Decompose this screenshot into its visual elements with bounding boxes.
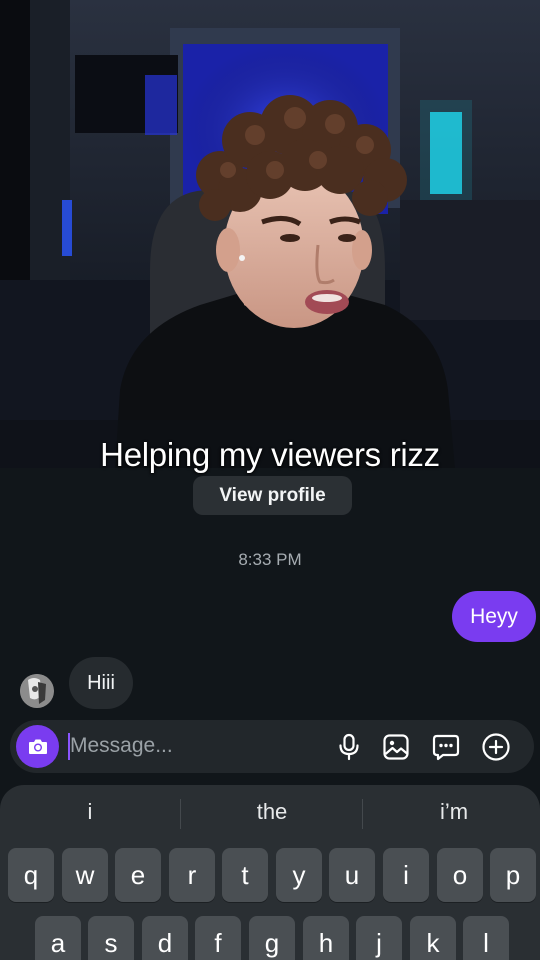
keyboard-suggestion-bar: i the i’m — [0, 785, 540, 845]
video-background — [0, 0, 540, 468]
key-q[interactable]: q — [8, 848, 54, 902]
key-s[interactable]: s — [88, 916, 134, 960]
dm-screen: Helping my viewers rizz View profile 8:3… — [0, 0, 540, 960]
key-t[interactable]: t — [222, 848, 268, 902]
key-u[interactable]: u — [329, 848, 375, 902]
key-f[interactable]: f — [195, 916, 241, 960]
key-r[interactable]: r — [169, 848, 215, 902]
sticker-chat-button[interactable] — [430, 731, 462, 763]
suggestion-item[interactable]: i’m — [364, 799, 540, 825]
key-l[interactable]: l — [463, 916, 509, 960]
camera-icon — [28, 739, 47, 754]
video-caption: Helping my viewers rizz — [100, 436, 440, 473]
suggestion-item[interactable]: the — [182, 799, 362, 825]
key-d[interactable]: d — [142, 916, 188, 960]
incoming-message-bubble[interactable]: Hiii — [69, 657, 133, 709]
key-a[interactable]: a — [35, 916, 81, 960]
message-input[interactable] — [70, 729, 310, 763]
key-k[interactable]: k — [410, 916, 456, 960]
key-y[interactable]: y — [276, 848, 322, 902]
avatar-image — [20, 674, 54, 708]
suggestion-divider — [180, 799, 181, 829]
microphone-button[interactable] — [333, 731, 365, 763]
key-o[interactable]: o — [437, 848, 483, 902]
key-g[interactable]: g — [249, 916, 295, 960]
outgoing-message-bubble[interactable]: Heyy — [452, 591, 536, 642]
on-screen-keyboard: i the i’m q w e r t y u i o p a s d f g … — [0, 785, 540, 960]
key-p[interactable]: p — [490, 848, 536, 902]
suggestion-item[interactable]: i — [0, 799, 180, 825]
sticker-chat-icon — [432, 734, 460, 761]
key-h[interactable]: h — [303, 916, 349, 960]
gallery-button[interactable] — [380, 731, 412, 763]
add-icon — [482, 733, 510, 761]
key-e[interactable]: e — [115, 848, 161, 902]
key-j[interactable]: j — [356, 916, 402, 960]
gallery-icon — [383, 734, 409, 760]
key-i[interactable]: i — [383, 848, 429, 902]
key-w[interactable]: w — [62, 848, 108, 902]
add-button[interactable] — [480, 731, 512, 763]
contact-avatar[interactable] — [20, 674, 54, 708]
view-profile-button[interactable]: View profile — [193, 476, 352, 515]
scene-illustration — [0, 0, 540, 468]
microphone-icon — [339, 733, 359, 761]
suggestion-divider — [362, 799, 363, 829]
message-composer — [10, 720, 534, 773]
camera-button[interactable] — [16, 725, 59, 768]
message-timestamp: 8:33 PM — [238, 550, 302, 569]
